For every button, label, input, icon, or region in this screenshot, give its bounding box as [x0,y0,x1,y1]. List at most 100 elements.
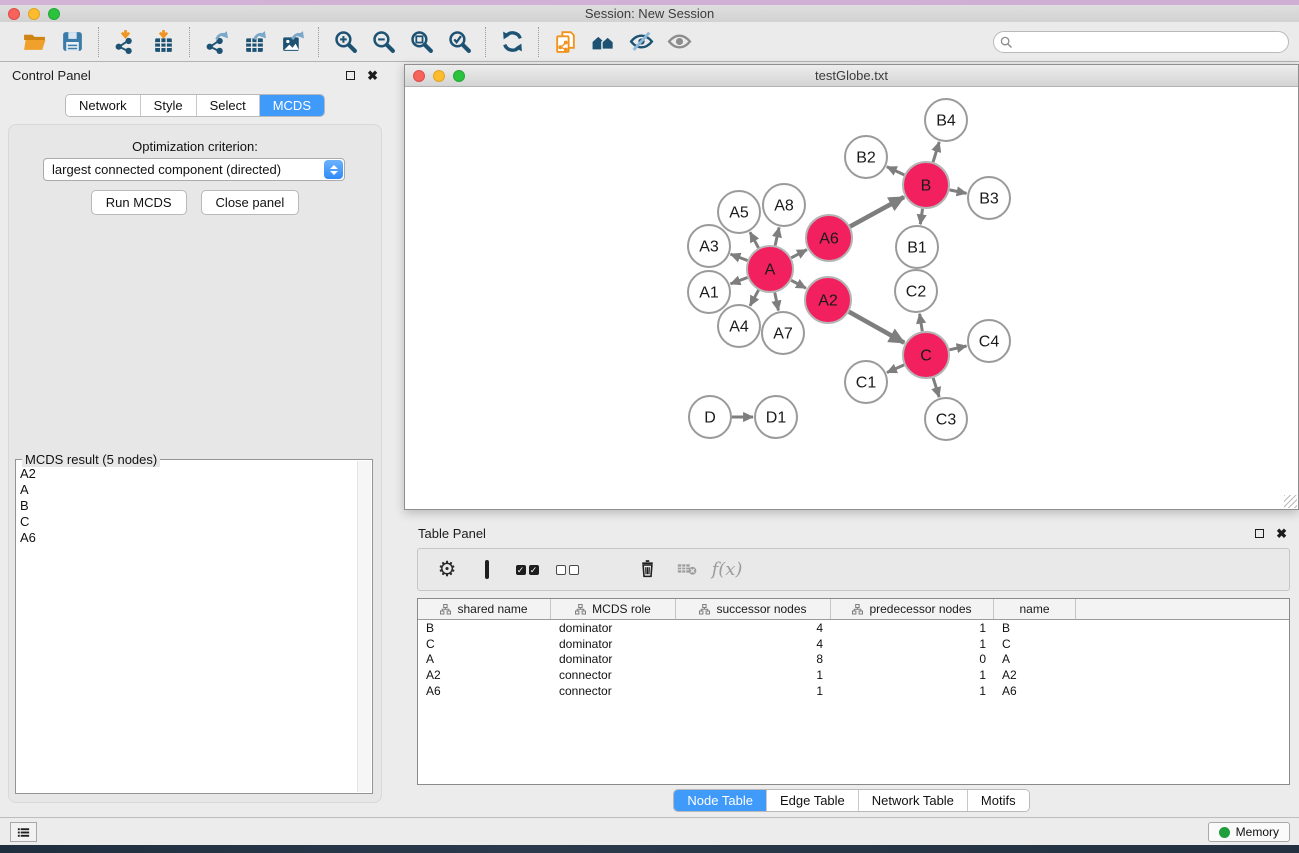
edge-B-B1[interactable] [920,209,922,224]
table-close-panel-icon[interactable]: ✖ [1276,527,1287,540]
add-column-button[interactable] [590,553,624,587]
node-B[interactable]: B [903,162,949,208]
resize-grip[interactable] [1284,495,1297,508]
mcds-result-item[interactable]: A2 [20,466,357,482]
mcds-result-list[interactable]: A2ABCA6 [20,466,357,791]
node-A5[interactable]: A5 [718,191,760,233]
node-C3[interactable]: C3 [925,398,967,440]
edge-A-A2[interactable] [791,280,806,288]
cell-predecessor-nodes[interactable]: 1 [831,684,994,698]
cell-predecessor-nodes[interactable]: 0 [831,652,994,666]
select-all-checkboxes-button[interactable]: ✓✓ [510,553,544,587]
zoom-in-button[interactable] [328,26,362,58]
node-A7[interactable]: A7 [762,312,804,354]
settings-gear-button[interactable]: ⚙ [430,553,464,587]
cell-successor-nodes[interactable]: 4 [676,621,831,635]
edge-A-A8[interactable] [775,227,779,245]
node-B1[interactable]: B1 [896,226,938,268]
cell-predecessor-nodes[interactable]: 1 [831,637,994,651]
cell-successor-nodes[interactable]: 4 [676,637,831,651]
column-header-predecessor-nodes[interactable]: predecessor nodes [831,599,994,619]
network-graph[interactable]: B4B2BB3A5A8A6A3AB1A1A2C2A4A7C4CC1DD1C3 [405,87,1298,509]
import-table-button[interactable] [146,26,180,58]
cell-name[interactable]: B [994,621,1076,635]
hide-eye-button[interactable] [624,26,658,58]
column-header-name[interactable]: name [994,599,1076,619]
cell-successor-nodes[interactable]: 1 [676,684,831,698]
column-header-successor-nodes[interactable]: successor nodes [676,599,831,619]
edge-C-C3[interactable] [933,378,939,397]
float-panel-icon[interactable] [346,71,355,80]
duplicate-network-button[interactable] [548,26,582,58]
mcds-result-item[interactable]: C [20,514,357,530]
edge-A-A5[interactable] [750,232,759,248]
node-B4[interactable]: B4 [925,99,967,141]
cell-shared-name[interactable]: B [418,621,551,635]
tab-style[interactable]: Style [141,95,197,116]
table-row[interactable]: Adominator80A [418,652,1289,668]
cell-name[interactable]: A6 [994,684,1076,698]
edge-A-A7[interactable] [775,293,779,311]
cell-predecessor-nodes[interactable]: 1 [831,621,994,635]
home-view-button[interactable] [586,26,620,58]
export-table-button[interactable] [237,26,271,58]
mcds-result-item[interactable]: A [20,482,357,498]
tab-motifs[interactable]: Motifs [968,790,1029,811]
export-image-button[interactable] [275,26,309,58]
result-scrollbar[interactable] [357,461,371,792]
split-panel-button[interactable] [470,553,504,587]
run-mcds-button[interactable]: Run MCDS [91,190,187,215]
delete-table-button[interactable] [670,553,704,587]
cell-MCDS-role[interactable]: connector [551,684,676,698]
import-network-button[interactable] [108,26,142,58]
table-row[interactable]: A6connector11A6 [418,683,1289,699]
cell-MCDS-role[interactable]: connector [551,668,676,682]
cell-predecessor-nodes[interactable]: 1 [831,668,994,682]
save-session-button[interactable] [55,26,89,58]
edge-A2-C[interactable] [849,312,904,343]
tab-network[interactable]: Network [66,95,141,116]
tab-node-table[interactable]: Node Table [674,790,767,811]
task-history-button[interactable] [10,822,37,842]
edge-A-A1[interactable] [731,277,748,283]
node-A1[interactable]: A1 [688,271,730,313]
column-header-shared-name[interactable]: shared name [418,599,551,619]
column-header-MCDS-role[interactable]: MCDS role [551,599,676,619]
edge-B-B4[interactable] [933,142,939,162]
show-eye-button[interactable] [662,26,696,58]
node-A6[interactable]: A6 [806,215,852,261]
function-builder-button[interactable]: f(x) [710,553,744,587]
table-row[interactable]: Bdominator41B [418,620,1289,636]
edge-B-B2[interactable] [887,167,904,175]
cell-successor-nodes[interactable]: 8 [676,652,831,666]
tab-edge-table[interactable]: Edge Table [767,790,859,811]
node-C2[interactable]: C2 [895,270,937,312]
memory-button[interactable]: Memory [1208,822,1290,842]
cell-MCDS-role[interactable]: dominator [551,621,676,635]
criterion-dropdown[interactable]: largest connected component (directed) [43,158,345,181]
cell-shared-name[interactable]: C [418,637,551,651]
tab-mcds[interactable]: MCDS [260,95,324,116]
table-float-panel-icon[interactable] [1255,529,1264,538]
zoom-selected-button[interactable] [442,26,476,58]
node-C4[interactable]: C4 [968,320,1010,362]
table-row[interactable]: A2connector11A2 [418,667,1289,683]
refresh-layout-button[interactable] [495,26,529,58]
deselect-all-checkboxes-button[interactable] [550,553,584,587]
edge-A6-B[interactable] [850,197,904,227]
cell-shared-name[interactable]: A [418,652,551,666]
cell-MCDS-role[interactable]: dominator [551,652,676,666]
node-D[interactable]: D [689,396,731,438]
node-C1[interactable]: C1 [845,361,887,403]
tab-network-table[interactable]: Network Table [859,790,968,811]
tab-select[interactable]: Select [197,95,260,116]
edge-C-C2[interactable] [920,314,923,332]
cell-name[interactable]: A [994,652,1076,666]
search-input[interactable] [1017,35,1288,49]
close-panel-icon[interactable]: ✖ [367,69,378,82]
node-A4[interactable]: A4 [718,305,760,347]
zoom-out-button[interactable] [366,26,400,58]
open-file-button[interactable] [17,26,51,58]
cell-name[interactable]: C [994,637,1076,651]
close-panel-button[interactable]: Close panel [201,190,300,215]
